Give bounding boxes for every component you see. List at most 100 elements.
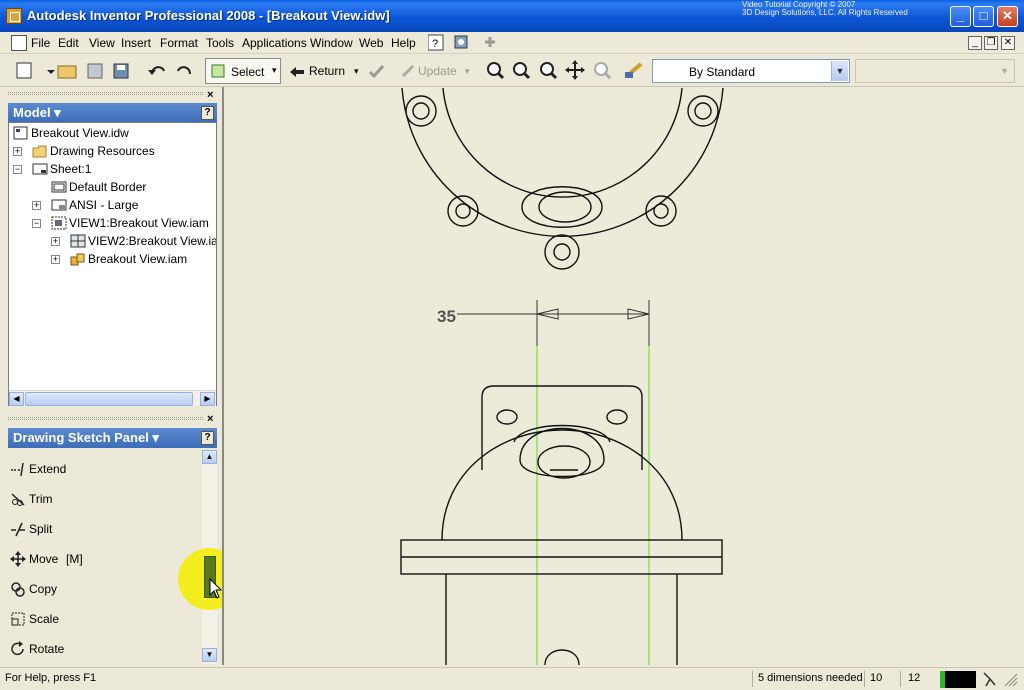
mdi-close-button[interactable]: ✕ [1001,36,1015,50]
select-dropdown-icon[interactable]: ▾ [272,65,277,76]
app-icon[interactable] [6,8,22,24]
chevron-down-icon[interactable]: ▼ [996,61,1013,81]
close-button[interactable]: ✕ [997,6,1018,27]
svg-text:?: ? [432,38,438,50]
menu-window[interactable]: Window [310,36,353,50]
tree-label: Breakout View.idw [31,126,129,140]
browser-grip[interactable] [8,92,203,95]
drawing-views[interactable]: 35 [224,87,1017,665]
model-browser-tree: Breakout View.idw + Drawing Resources − … [8,122,217,406]
sheet-icon [32,163,48,175]
menu-help[interactable]: Help [391,36,416,50]
collapse-sheet[interactable]: − [13,165,22,174]
scale-icon [11,612,25,626]
scroll-up-icon[interactable]: ▲ [202,450,217,464]
drawing-canvas[interactable]: 35 [222,87,1017,665]
style-value: By Standard [689,65,756,79]
tree-label: ANSI - Large [69,198,139,212]
zoom-window-icon [513,62,531,80]
move-icon [10,551,26,567]
layer-icon [625,62,643,78]
tree-label: Sheet:1 [50,162,92,176]
update-dropdown-icon[interactable]: ▾ [465,66,470,77]
trim-icon [11,493,25,506]
scroll-left-icon[interactable]: ◀ [9,392,24,406]
dimension-value: 35 [437,307,456,326]
view1-flange[interactable] [401,87,724,270]
browser-horizontal-scrollbar[interactable]: ◀ ▶ [9,390,216,406]
window-title: Autodesk Inventor Professional 2008 - [B… [27,8,390,23]
status-separator [752,671,753,687]
browser-scroll-thumb[interactable] [25,392,193,406]
view-toolbar-icons [487,60,643,80]
menu-edit[interactable]: Edit [58,36,79,50]
mdi-minimize-button[interactable]: _ [968,36,982,50]
return-button[interactable]: Return [309,60,345,82]
browser-close-icon[interactable]: × [207,89,213,101]
menu-view[interactable]: View [89,36,115,50]
scroll-right-icon[interactable]: ▶ [200,392,215,406]
tool-label: Extend [29,462,67,476]
tree-item-view2[interactable]: VIEW2:Breakout View.iam [70,232,216,250]
folder-icon [32,145,47,158]
minimize-button[interactable]: _ [950,6,971,27]
style-dropdown[interactable]: By Standard ▼ [652,59,850,83]
status-separator [900,671,901,687]
zoom-selected-icon [594,62,612,80]
select-button[interactable]: Select ▾ [205,58,281,84]
title-bar[interactable]: Autodesk Inventor Professional 2008 - [B… [0,0,1024,32]
update-icon [401,64,415,78]
tool-label: Trim [29,492,53,506]
assembly-icon [70,253,85,266]
drawing-sketch-panel-header[interactable]: Drawing Sketch Panel ▾ ? [8,428,217,448]
right-edge [1017,87,1024,665]
standard-toolbar: Select ▾ Return ▾ Update ▾ By Standard ▼ [0,55,1024,87]
inventor-window: Autodesk Inventor Professional 2008 - [B… [0,0,1024,690]
maximize-button[interactable]: □ [973,6,994,27]
menu-web[interactable]: Web [359,36,383,50]
menu-applications[interactable]: Applications [242,36,307,50]
status-bar: For Help, press F1 5 dimensions needed 1… [0,667,1024,690]
return-dropdown-icon[interactable]: ▾ [354,66,359,77]
menu-bar: File Edit View Insert Format Tools Appli… [0,32,1024,54]
browser-help-icon[interactable]: ? [201,106,214,120]
mdi-restore-button[interactable]: ❐ [984,36,998,50]
document-icon[interactable] [11,35,27,51]
mouse-pointer-icon [209,578,223,599]
rotate-icon [11,641,24,656]
expand-assembly[interactable]: + [51,255,60,264]
split-icon [11,522,25,537]
menu-tools[interactable]: Tools [206,36,234,50]
expand-titleblock[interactable]: + [32,201,41,210]
model-browser-header[interactable]: Model ▾ ? [8,103,217,123]
menu-insert[interactable]: Insert [121,36,151,50]
chevron-down-icon[interactable]: ▼ [831,61,848,81]
view-icon [51,216,67,230]
dimension-35[interactable]: 35 [437,300,650,346]
panel-grip[interactable] [8,417,203,420]
tree-label: VIEW1:Breakout View.iam [69,216,209,230]
collapse-view1[interactable]: − [32,219,41,228]
tree-label: Breakout View.iam [88,252,188,266]
layer-dropdown[interactable]: ▼ [855,59,1015,83]
border-icon [51,181,67,193]
update-button[interactable]: Update [418,60,457,82]
panel-close-icon[interactable]: × [207,413,213,425]
menu-format[interactable]: Format [160,36,198,50]
view-icon [70,234,86,248]
pan-icon [565,60,585,80]
menu-file[interactable]: File [31,36,50,50]
watermark-line-2: 3D Design Solutions, LLC. All Rights Res… [742,8,908,17]
tool-label: Copy [29,582,58,596]
browser-title: Model ▾ [13,105,61,120]
extend-icon [11,462,24,477]
zoom-all-icon [487,62,505,80]
expand-view2[interactable]: + [51,237,60,246]
select-label: Select [231,65,265,79]
scroll-down-icon[interactable]: ▼ [202,648,217,662]
view2-section[interactable] [400,385,723,665]
expand-drawing-resources[interactable]: + [13,147,22,156]
status-help-text: For Help, press F1 [5,672,97,684]
check-icon[interactable] [368,63,386,79]
panel-help-icon[interactable]: ? [201,431,214,445]
